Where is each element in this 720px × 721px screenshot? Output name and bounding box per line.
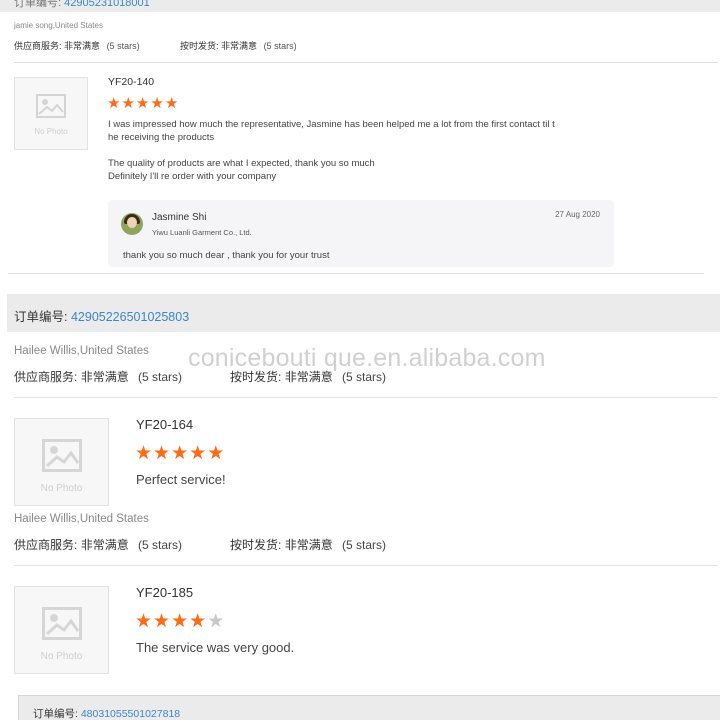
product-photo-placeholder[interactable]: No Photo [14,418,109,506]
ship-stars-text: (5 stars) [263,41,297,51]
product-sku: YF20-185 [136,585,194,600]
review-text-line: I was impressed how much the representat… [108,119,555,130]
ontime-shipping-rating: 按时发货: 非常满意 (5 stars) [180,39,297,52]
star-filled-icon: ★ [121,95,136,112]
reply-text: thank you so much dear , thank you for y… [123,250,330,261]
ship-value: 非常满意 [221,41,258,51]
star-filled-icon: ★ [135,611,154,632]
image-placeholder-icon [41,607,82,640]
star-filled-icon: ★ [164,95,180,112]
star-rating: ★★★★★ [135,442,225,465]
order-bar: 订单编号: 48031055501027818 [18,695,720,720]
supplier-reply: Jasmine Shi Yiwu Luanli Garment Co., Ltd… [108,200,614,267]
order-number-link[interactable]: 42905231018001 [64,0,150,9]
divider [14,62,718,63]
order-label: 订单编号: [14,0,62,9]
image-placeholder-icon [41,439,82,472]
top-order-bar: 订单编号: 42905231018001 [0,0,720,12]
top-order-cut: 订单编号: 42905231018001 [14,0,150,10]
reply-company: Yiwu Luanli Garment Co., Ltd. [152,228,252,237]
supplier-service-rating: 供应商服务: 非常满意 (5 stars) [14,538,183,552]
image-placeholder-icon [36,94,66,118]
star-filled-icon: ★ [171,443,190,464]
star-filled-icon: ★ [171,611,190,632]
supplier-service-rating: 供应商服务: 非常满意 (5 stars) [14,370,183,384]
ontime-shipping-rating: 按时发货: 非常满意 (5 stars) [230,538,387,552]
buyer-name: Hailee Willis,United States [14,513,149,525]
order-label: 订单编号: [33,708,78,720]
ship-label: 按时发货: [180,41,219,51]
service-value: 非常满意 [64,41,101,51]
star-rating: ★★★★★ [135,610,225,633]
reply-date: 27 Aug 2020 [555,210,600,219]
divider [14,565,718,566]
watermark: conicebouti que.en.alibaba.com [188,344,546,372]
star-filled-icon: ★ [135,443,154,464]
service-stars-text: (5 stars) [106,41,140,51]
order-label: 订单编号: [14,310,68,324]
no-photo-text: No Photo [40,483,83,494]
product-sku: YF20-164 [136,417,194,432]
product-sku: YF20-140 [108,76,155,88]
buyer-name: jamie song,United States [14,21,103,30]
buyer-name: Hailee Willis,United States [14,345,149,357]
order-number-link[interactable]: 42905226501025803 [71,310,189,324]
order-bar: 订单编号: 42905226501025803 [7,294,720,332]
star-rating: ★★★★★ [107,94,179,112]
no-photo-text: No Photo [40,651,83,662]
review-text-line: he receiving the products [108,132,215,143]
supplier-service-rating: 供应商服务: 非常满意 (5 stars) [14,39,140,52]
star-filled-icon: ★ [207,443,226,464]
review-text-line: The quality of products are what I expec… [108,158,375,169]
star-filled-icon: ★ [107,95,122,112]
star-filled-icon: ★ [150,95,165,112]
review-text: I was impressed how much the representat… [108,118,708,183]
review-text: Perfect service! [136,472,226,487]
order-number-link[interactable]: 48031055501027818 [81,708,180,720]
reply-name: Jasmine Shi [152,212,207,223]
review-text-line: Definitely I'll re order with your compa… [108,171,277,182]
star-filled-icon: ★ [153,443,172,464]
review-text: The service was very good. [136,640,295,655]
star-empty-icon: ★ [207,611,226,632]
star-filled-icon: ★ [189,611,208,632]
star-filled-icon: ★ [135,95,151,112]
divider [8,273,704,274]
product-photo-placeholder[interactable]: No Photo [14,586,109,674]
star-filled-icon: ★ [189,443,208,464]
service-label: 供应商服务: [14,41,62,51]
divider [14,397,718,398]
star-filled-icon: ★ [153,611,172,632]
avatar [121,213,143,235]
product-photo-placeholder[interactable]: No Photo [14,77,88,150]
no-photo-text: No Photo [34,127,68,136]
